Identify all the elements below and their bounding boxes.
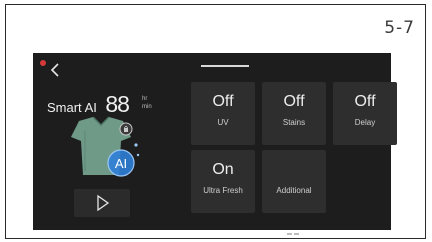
page-dot	[294, 233, 299, 235]
page-indicator	[287, 222, 303, 235]
page-dot	[287, 233, 292, 235]
tile-value: Off	[354, 93, 376, 110]
program-header: Smart AI 88 hr min	[47, 91, 152, 118]
tile-value: On	[212, 161, 234, 178]
play-icon	[97, 194, 110, 212]
tab-indicator	[201, 65, 249, 67]
page-frame: 5-7 Smart AI 88 hr min AI Off UV Off Sta…	[5, 4, 426, 239]
tile-label: Additional	[276, 186, 312, 195]
time-unit-minutes: min	[142, 104, 152, 110]
option-tile-uv[interactable]: Off UV	[191, 82, 255, 145]
tile-label: UV	[217, 118, 229, 127]
ai-badge-text: AI	[115, 156, 127, 171]
back-button[interactable]	[47, 61, 65, 79]
page-number: 5-7	[384, 18, 415, 38]
tile-label: Delay	[354, 118, 376, 127]
time-units: hr min	[142, 95, 152, 111]
tile-value: Off	[283, 93, 305, 110]
tile-value: Off	[212, 93, 234, 110]
time-unit-hours: hr	[142, 96, 148, 102]
chevron-left-icon	[50, 63, 59, 77]
remaining-time: 88	[105, 91, 130, 117]
option-tile-delay[interactable]: Off Delay	[333, 82, 397, 145]
option-tile-additional[interactable]: Additional	[262, 150, 326, 213]
option-tile-ultra-fresh[interactable]: On Ultra Fresh	[191, 150, 255, 213]
program-name: Smart AI	[47, 100, 97, 115]
shirt-icon: AI	[71, 116, 140, 177]
tile-label: Stains	[282, 118, 306, 127]
tile-label: Ultra Fresh	[203, 186, 243, 195]
garment-illustration: AI	[61, 115, 141, 185]
start-button[interactable]	[74, 189, 130, 217]
control-panel-screen: Smart AI 88 hr min AI Off UV Off Stains …	[33, 53, 397, 235]
status-indicator-dot	[40, 60, 46, 66]
option-tile-stains[interactable]: Off Stains	[262, 82, 326, 145]
